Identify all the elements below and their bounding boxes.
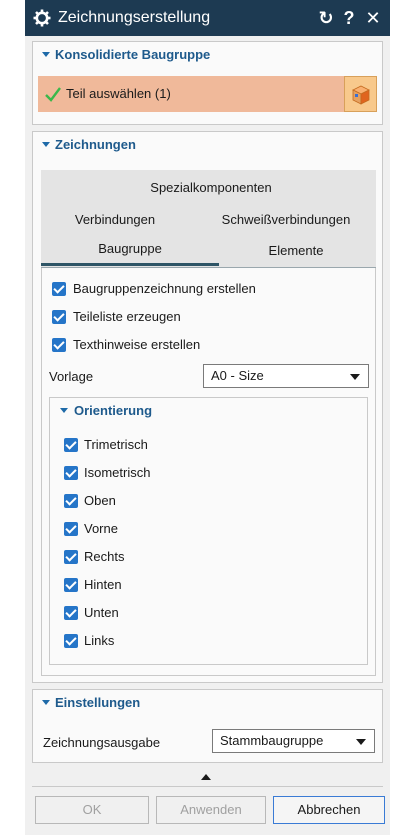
consolidated-assembly-panel: Konsolidierte Baugruppe Teil auswählen (… (32, 41, 383, 125)
orientation-checkbox-isometric[interactable] (64, 466, 78, 480)
help-icon[interactable]: ? (338, 6, 360, 30)
consolidated-assembly-header[interactable]: Konsolidierte Baugruppe (33, 42, 382, 68)
chevron-down-icon (60, 408, 68, 413)
orientation-checkbox-left[interactable] (64, 634, 78, 648)
checkbox-label: Texthinweise erstellen (73, 337, 201, 352)
title-bar: Zeichnungserstellung ↻ ? ✕ (25, 0, 390, 36)
orientation-title: Orientierung (74, 403, 153, 418)
section-title: Konsolidierte Baugruppe (55, 47, 211, 62)
orientation-checkbox-trimetric[interactable] (64, 438, 78, 452)
orientation-label: Vorne (84, 521, 118, 536)
select-part-label: Teil auswählen (1) (66, 86, 171, 101)
create-text-notes-checkbox[interactable] (52, 338, 66, 352)
orientation-label: Hinten (84, 577, 122, 592)
assembly-tab-content: Baugruppenzeichnung erstellen Teileliste… (41, 268, 376, 676)
select-part-button[interactable] (344, 76, 377, 112)
checkbox-label: Baugruppenzeichnung erstellen (73, 281, 256, 296)
orientation-label: Rechts (84, 549, 125, 564)
chevron-down-icon (356, 739, 366, 745)
tab-connections[interactable]: Verbindungen (55, 210, 175, 230)
settings-header[interactable]: Einstellungen (33, 690, 382, 716)
orientation-label: Isometrisch (84, 465, 151, 480)
cube-icon (352, 85, 370, 105)
drawings-header[interactable]: Zeichnungen (33, 132, 382, 158)
select-part-row[interactable]: Teil auswählen (1) (38, 76, 377, 112)
template-dropdown[interactable]: A0 - Size (203, 364, 369, 388)
tab-assembly[interactable]: Baugruppe (41, 239, 219, 266)
orientation-label: Oben (84, 493, 116, 508)
orientation-header[interactable]: Orientierung (50, 398, 367, 424)
chevron-up-icon[interactable] (201, 774, 211, 780)
orientation-label: Trimetrisch (84, 437, 148, 452)
gear-icon (33, 9, 51, 27)
template-label: Vorlage (49, 369, 94, 384)
cancel-button[interactable]: Abbrechen (273, 796, 385, 824)
section-title: Zeichnungen (55, 137, 136, 152)
divider (32, 786, 383, 787)
drawing-output-dropdown[interactable]: Stammbaugruppe (212, 729, 375, 753)
ok-button[interactable]: OK (35, 796, 149, 824)
checkbox-label: Teileliste erzeugen (73, 309, 181, 324)
close-icon[interactable]: ✕ (362, 6, 384, 30)
tab-elements[interactable]: Elemente (236, 241, 356, 261)
section-title: Einstellungen (55, 695, 141, 710)
orientation-checkbox-front[interactable] (64, 522, 78, 536)
apply-button[interactable]: Anwenden (156, 796, 266, 824)
chevron-down-icon (350, 374, 360, 380)
drawings-panel: Zeichnungen Spezialkomponenten Verbindun… (32, 131, 383, 683)
drawing-tabs: Spezialkomponenten Verbindungen Schweißv… (41, 170, 376, 268)
chevron-down-icon (42, 700, 50, 705)
settings-panel: Einstellungen Zeichnungsausgabe Stammbau… (32, 689, 383, 763)
create-assembly-drawing-checkbox[interactable] (52, 282, 66, 296)
chevron-down-icon (42, 142, 50, 147)
orientation-checkbox-back[interactable] (64, 578, 78, 592)
drawing-output-label: Zeichnungsausgabe (43, 735, 161, 750)
drawing-output-value: Stammbaugruppe (220, 733, 324, 748)
drawing-creation-dialog: Zeichnungserstellung ↻ ? ✕ Konsolidierte… (25, 0, 390, 835)
orientation-checkbox-top[interactable] (64, 494, 78, 508)
orientation-checkbox-right[interactable] (64, 550, 78, 564)
checkmark-icon (45, 87, 61, 102)
orientation-label: Unten (84, 605, 119, 620)
chevron-down-icon (42, 52, 50, 57)
create-parts-list-checkbox[interactable] (52, 310, 66, 324)
orientation-group: Orientierung Trimetrisch Isometrisch Obe… (49, 397, 368, 665)
tab-welds[interactable]: Schweißverbindungen (201, 210, 371, 230)
reset-icon[interactable]: ↻ (315, 6, 337, 30)
orientation-checkbox-bottom[interactable] (64, 606, 78, 620)
dialog-title: Zeichnungserstellung (58, 9, 211, 26)
orientation-label: Links (84, 633, 115, 648)
tab-special-components[interactable]: Spezialkomponenten (111, 178, 311, 198)
template-value: A0 - Size (211, 368, 264, 383)
